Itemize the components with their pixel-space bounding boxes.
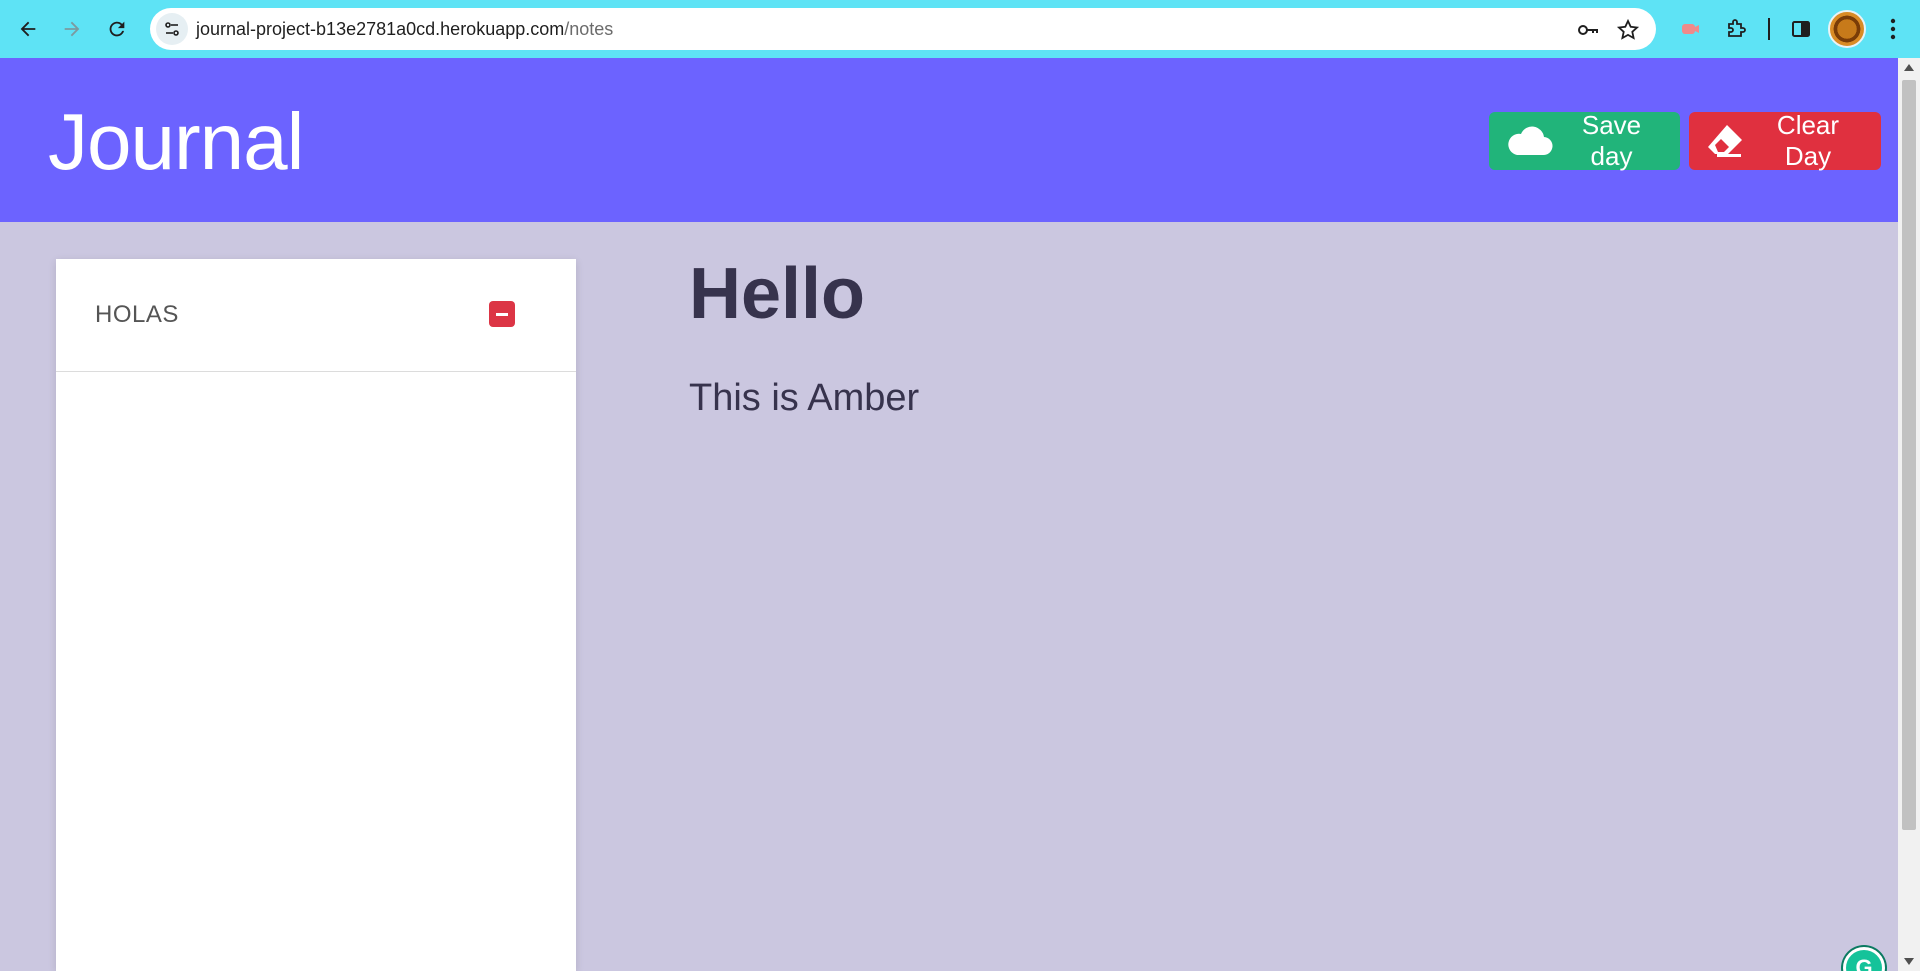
- delete-entry-button[interactable]: [489, 301, 515, 327]
- app-title: Journal: [48, 97, 304, 186]
- toolbar-divider: [1768, 18, 1770, 40]
- app-header: Journal Save day Clear Day: [0, 58, 1898, 222]
- page-scrollbar[interactable]: [1898, 58, 1920, 971]
- scroll-up-arrow-icon[interactable]: [1904, 64, 1914, 71]
- save-day-button[interactable]: Save day: [1489, 110, 1680, 171]
- extension-icon[interactable]: [1676, 15, 1704, 43]
- forward-button[interactable]: [54, 11, 90, 47]
- note-title: Hello: [689, 254, 866, 334]
- url-text: journal-project-b13e2781a0cd.herokuapp.c…: [196, 19, 613, 40]
- clear-day-label: Clear Day: [1776, 110, 1840, 171]
- list-item[interactable]: HOLAS: [56, 259, 576, 372]
- back-arrow-icon: [20, 21, 36, 37]
- browser-toolbar: journal-project-b13e2781a0cd.herokuapp.c…: [0, 0, 1920, 58]
- address-bar[interactable]: journal-project-b13e2781a0cd.herokuapp.c…: [150, 8, 1656, 50]
- reload-button[interactable]: [99, 11, 135, 47]
- forward-arrow-icon: [64, 21, 80, 37]
- cloud-icon: [1508, 126, 1553, 156]
- grammarly-glyph: G: [1855, 955, 1873, 971]
- note-body: This is Amber: [689, 377, 920, 419]
- entry-title: HOLAS: [95, 301, 179, 328]
- back-button[interactable]: [10, 11, 46, 47]
- clear-day-button[interactable]: Clear Day: [1689, 110, 1881, 171]
- puzzle-icon[interactable]: [1722, 15, 1750, 43]
- eraser-icon: [1708, 125, 1742, 157]
- star-icon[interactable]: [1616, 18, 1640, 42]
- profile-avatar[interactable]: [1828, 10, 1866, 48]
- url-host: journal-project-b13e2781a0cd.herokuapp.c…: [196, 19, 565, 39]
- save-day-label: Save day: [1581, 110, 1642, 171]
- minus-icon: [496, 312, 508, 316]
- site-info-icon[interactable]: [156, 13, 188, 45]
- scroll-thumb[interactable]: [1902, 80, 1916, 830]
- key-icon[interactable]: [1576, 18, 1600, 42]
- entries-sidebar: HOLAS: [56, 259, 576, 971]
- sidepanel-icon[interactable]: [1787, 15, 1815, 43]
- url-path: /notes: [564, 19, 614, 39]
- scroll-down-arrow-icon[interactable]: [1904, 958, 1914, 965]
- menu-icon[interactable]: [1879, 15, 1907, 43]
- reload-icon: [109, 21, 125, 37]
- grammarly-icon[interactable]: G: [1843, 947, 1885, 971]
